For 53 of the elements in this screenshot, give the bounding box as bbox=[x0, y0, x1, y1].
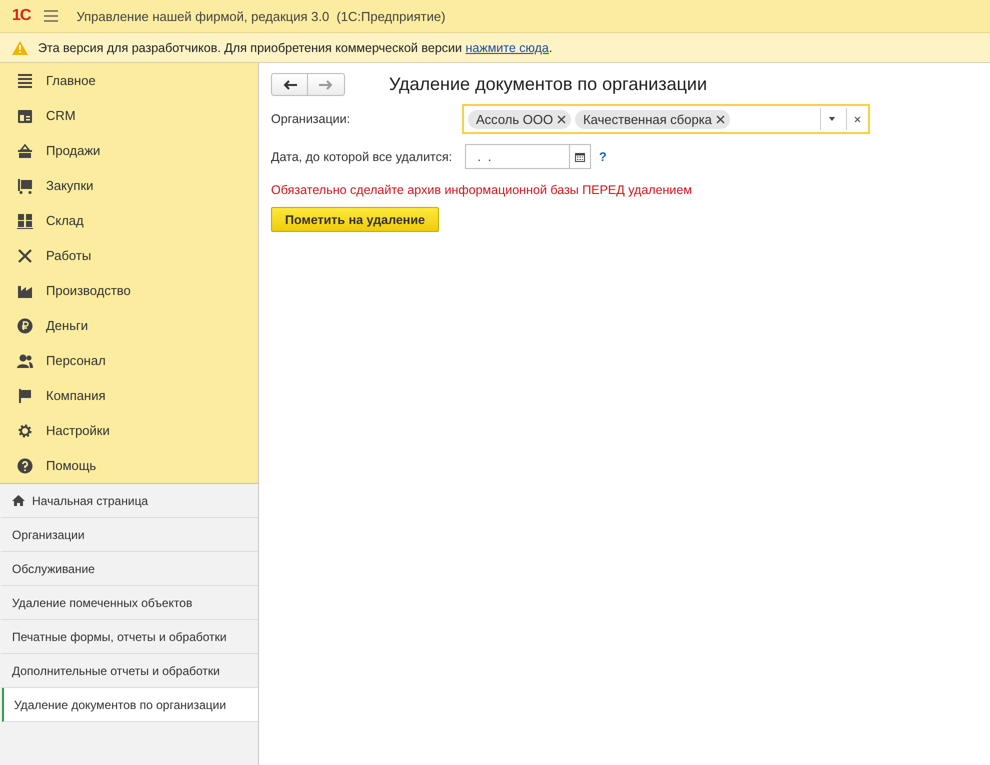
section-item[interactable]: CRM bbox=[0, 98, 258, 133]
back-button[interactable] bbox=[271, 73, 308, 96]
settings-icon bbox=[17, 422, 33, 438]
organization-tag[interactable]: Ассоль ООО bbox=[468, 110, 572, 128]
section-item[interactable]: Продажи bbox=[0, 133, 258, 168]
section-item[interactable]: Настройки bbox=[0, 413, 258, 448]
section-item[interactable]: Производство bbox=[0, 273, 258, 308]
section-item[interactable]: Главное bbox=[0, 63, 258, 98]
section-item[interactable]: Компания bbox=[0, 378, 258, 413]
help-icon bbox=[17, 458, 33, 474]
ruble-icon bbox=[17, 318, 33, 334]
app-logo: 1С bbox=[12, 7, 30, 25]
section-item[interactable]: Персонал bbox=[0, 343, 258, 378]
help-link[interactable]: ? bbox=[599, 150, 607, 164]
list-icon bbox=[17, 72, 33, 88]
organizations-field[interactable]: Ассоль ООО Качественная сборка bbox=[462, 104, 870, 134]
grid-icon bbox=[17, 212, 33, 228]
notice-link[interactable]: нажмите сюда bbox=[465, 40, 549, 54]
caret-icon bbox=[828, 117, 834, 121]
section-item[interactable]: Закупки bbox=[0, 168, 258, 203]
window-title: Управление нашей фирмой, редакция 3.0 (1С:Предприятие) bbox=[76, 8, 446, 24]
right-arrow-icon bbox=[319, 80, 333, 90]
open-window-tab[interactable]: Начальная страница bbox=[0, 484, 258, 518]
section-item[interactable]: Помощь bbox=[0, 448, 258, 483]
section-item[interactable]: Работы bbox=[0, 238, 258, 273]
open-window-tab[interactable]: Обслуживание bbox=[0, 552, 258, 586]
open-window-tab[interactable]: Организации bbox=[0, 518, 258, 552]
remove-icon[interactable] bbox=[716, 114, 725, 124]
open-window-tab[interactable]: Удаление помеченных объектов bbox=[0, 586, 258, 620]
flag-icon bbox=[17, 388, 33, 404]
warning-icon bbox=[12, 40, 28, 54]
section-item[interactable]: Склад bbox=[0, 203, 258, 238]
remove-icon[interactable] bbox=[557, 114, 566, 124]
organization-tag[interactable]: Качественная сборка bbox=[575, 110, 730, 128]
calendar-icon bbox=[575, 152, 585, 162]
form-title: Удаление документов по организации bbox=[389, 74, 708, 95]
field-label: Дата, до которой все удалится: bbox=[271, 150, 454, 164]
people-icon bbox=[17, 352, 33, 368]
cart-icon bbox=[17, 178, 33, 194]
field-label: Организации: bbox=[271, 112, 352, 126]
open-window-tab[interactable]: Удаление документов по организации bbox=[2, 688, 258, 722]
card-icon bbox=[17, 108, 33, 124]
section-item[interactable]: Деньги bbox=[0, 308, 258, 343]
notice-text: Эта версия для разработчиков. Для приобретения коммерческой версии нажмите сюда. bbox=[38, 40, 552, 54]
open-window-tab[interactable]: Печатные формы, отчеты и обработки bbox=[0, 620, 258, 654]
mark-for-deletion-button[interactable]: Пометить на удаление bbox=[271, 207, 439, 232]
warning-text: Обязательно сделайте архив информационной базы ПЕРЕД удалением bbox=[271, 183, 693, 197]
left-arrow-icon bbox=[282, 80, 296, 90]
date-field[interactable]: . . bbox=[465, 144, 591, 169]
home-icon bbox=[12, 495, 25, 506]
basket-icon bbox=[17, 142, 33, 158]
menu-icon[interactable] bbox=[44, 10, 58, 22]
close-icon bbox=[854, 116, 861, 122]
